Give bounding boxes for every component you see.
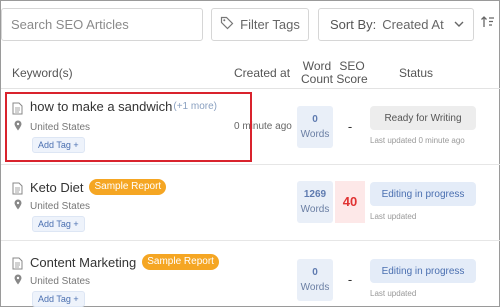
sort-by-select[interactable]: Sort By: Created At xyxy=(318,8,474,41)
location: United States xyxy=(14,120,90,134)
status-badge[interactable]: Editing in progress xyxy=(370,259,476,283)
add-tag-button[interactable]: Add Tag + xyxy=(32,137,85,153)
column-seo-score: SEO Score xyxy=(334,60,370,86)
document-icon xyxy=(12,257,23,275)
column-status: Status xyxy=(399,66,434,80)
last-updated-text: Last updated xyxy=(370,212,417,221)
word-count-unit: Words xyxy=(300,204,330,215)
last-updated-text: Last updated xyxy=(370,289,417,298)
document-icon xyxy=(12,102,23,120)
search-input[interactable] xyxy=(1,8,203,41)
column-created-at: Created at xyxy=(234,66,291,80)
keyword-text[interactable]: how to make a sandwich xyxy=(30,99,172,114)
map-pin-icon xyxy=(14,120,22,134)
table-row[interactable]: Keto Diet Sample Report United States Ad… xyxy=(1,165,500,241)
word-count-value: 1269 xyxy=(303,189,327,200)
filter-tags-label: Filter Tags xyxy=(240,17,300,32)
keyword-title[interactable]: Content Marketing Sample Report xyxy=(30,254,219,270)
seo-score-value: 40 xyxy=(335,181,365,223)
word-count-unit: Words xyxy=(300,129,330,140)
keyword-text[interactable]: Keto Diet xyxy=(30,180,83,195)
location-text: United States xyxy=(30,275,91,287)
table-row[interactable]: how to make a sandwich (+1 more) United … xyxy=(1,89,500,165)
column-word-count-line2: Count xyxy=(300,72,334,86)
location-text: United States xyxy=(30,200,91,212)
document-icon xyxy=(12,182,23,200)
chevron-down-icon xyxy=(453,18,465,33)
add-tag-button[interactable]: Add Tag + xyxy=(32,216,85,232)
more-keywords-link[interactable]: (+1 more) xyxy=(173,101,217,112)
map-pin-icon xyxy=(14,274,22,288)
word-count-cell: 0 Words xyxy=(297,106,333,148)
column-seo-line2: Score xyxy=(336,72,368,86)
keyword-text[interactable]: Content Marketing xyxy=(30,255,136,270)
word-count-cell: 0 Words xyxy=(297,259,333,301)
column-keyword: Keyword(s) xyxy=(12,66,73,80)
keyword-title[interactable]: how to make a sandwich (+1 more) xyxy=(30,99,217,114)
created-at-value: 0 minute ago xyxy=(234,121,292,132)
seo-articles-panel: Filter Tags Sort By: Created At Keyword(… xyxy=(0,0,500,307)
status-badge[interactable]: Ready for Writing xyxy=(370,106,476,130)
sort-by-value: Created At xyxy=(382,17,444,32)
sample-report-badge: Sample Report xyxy=(89,179,167,195)
status-badge[interactable]: Editing in progress xyxy=(370,182,476,206)
sort-direction-button[interactable] xyxy=(476,8,500,41)
map-pin-icon xyxy=(14,199,22,213)
location-text: United States xyxy=(30,121,91,133)
sort-by-label: Sort By: xyxy=(330,17,377,32)
sample-report-badge: Sample Report xyxy=(142,254,219,270)
table-header: Keyword(s) Created at Word Count SEO Sco… xyxy=(1,55,500,89)
tag-icon xyxy=(220,16,234,33)
filter-tags-button[interactable]: Filter Tags xyxy=(211,8,309,41)
word-count-value: 0 xyxy=(312,267,318,278)
table-row[interactable]: Content Marketing Sample Report United S… xyxy=(1,241,500,307)
toolbar: Filter Tags Sort By: Created At xyxy=(1,1,500,51)
sort-direction-icon xyxy=(480,14,496,35)
seo-score-value: - xyxy=(347,272,353,287)
location: United States xyxy=(14,199,90,213)
location: United States xyxy=(14,274,90,288)
last-updated-text: Last updated 0 minute ago xyxy=(370,136,465,145)
add-tag-button[interactable]: Add Tag + xyxy=(32,291,85,307)
word-count-cell: 1269 Words xyxy=(297,181,333,223)
keyword-title[interactable]: Keto Diet Sample Report xyxy=(30,179,167,195)
word-count-unit: Words xyxy=(300,282,330,293)
seo-score-value: - xyxy=(347,119,353,134)
word-count-value: 0 xyxy=(312,114,318,125)
column-word-count: Word Count xyxy=(297,60,337,86)
